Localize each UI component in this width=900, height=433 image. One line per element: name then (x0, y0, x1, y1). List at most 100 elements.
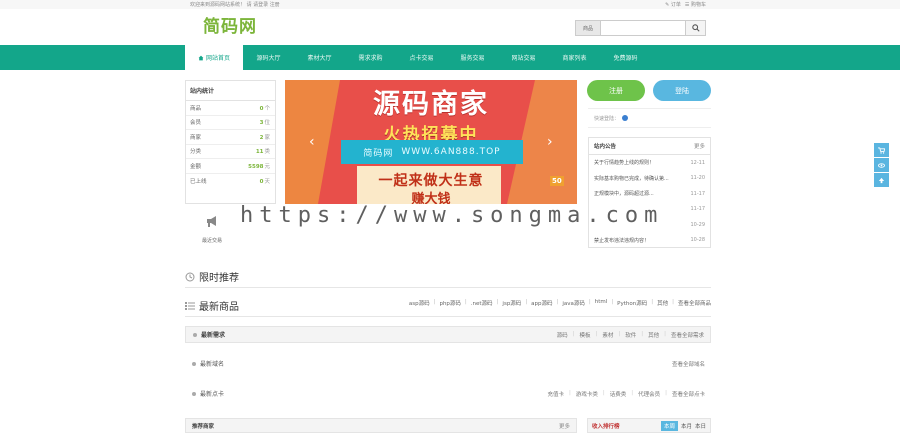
nav-item-source-hall[interactable]: 源码大厅 (243, 45, 294, 70)
welcome-text: 欢迎来到源码网站系统！ 请 请登录 注册 (190, 2, 280, 8)
nav-item-material-hall[interactable]: 素材大厅 (294, 45, 345, 70)
notice-item[interactable]: 10-29 (589, 217, 710, 233)
category-link[interactable]: app源码 (531, 299, 552, 307)
view-all-domains-link[interactable]: 查看全部域名 (672, 360, 705, 368)
category-link[interactable]: jsp源码 (502, 299, 521, 307)
domain-row: 最新域名 查看全部域名 (185, 355, 711, 372)
site-stats-panel: 站内统计 商品 0个 会员 3位 商家 2家 分类 11类 金额 5598元 已上线 0天 (185, 80, 276, 204)
notice-item[interactable]: 关于行情趋势上线的规则！ 12-11 (589, 155, 710, 171)
top-bar: 欢迎来到源码网站系统！ 请 请登录 注册 ✎ 订单 ☰ 购物车 (0, 0, 900, 9)
register-button[interactable]: 注册 (587, 80, 645, 101)
notice-item[interactable]: 11-17 (589, 202, 710, 218)
demand-bar: 最新需求 源码 | 模板 | 素材 | 软件 | 其他 | 查看全部需求 (185, 326, 711, 343)
recommend-title: 推荐商家 (192, 423, 215, 430)
float-cart-icon[interactable] (874, 143, 889, 157)
nav-item-service[interactable]: 服务交易 (447, 45, 498, 70)
recent-trades[interactable]: 最近交易 (196, 214, 228, 244)
category-link[interactable]: Python源码 (617, 299, 647, 307)
domain-title: 最新域名 (200, 361, 225, 368)
limited-section-title: 限时推荐 (199, 273, 239, 284)
income-rank-bar: 收入排行榜 本周 本月 本日 (587, 418, 711, 433)
megaphone-icon (207, 216, 216, 227)
divider (185, 287, 711, 288)
float-view-icon[interactable] (874, 158, 889, 172)
recommend-more-link[interactable]: 更多 (559, 422, 570, 430)
notice-item[interactable]: 正规模块中，源码超过源... 11-17 (589, 186, 710, 202)
banner-prev-arrow-icon[interactable]: ‹ (309, 134, 315, 150)
notice-more-link[interactable]: 更多 (694, 142, 705, 150)
top-links: ✎ 订单 ☰ 购物车 (665, 1, 706, 8)
category-link[interactable]: 其他 (657, 299, 668, 307)
bullet-icon (192, 391, 196, 396)
category-link[interactable]: asp源码 (409, 299, 430, 307)
main-nav: 网站首页 源码大厅 素材大厅 需求求购 点卡交易 服务交易 网站交易 商家列表 … (0, 45, 900, 70)
quick-login: 快速登陆： (588, 108, 711, 128)
divider (185, 316, 711, 317)
nav-item-home[interactable]: 网站首页 (185, 45, 243, 70)
card-link[interactable]: 代理会员 (638, 390, 660, 398)
hero-banner[interactable]: 源码商家 火热招募中 简码网 WWW.6AN888.TOP 一起来做大生意 赚大… (285, 80, 577, 204)
demand-link[interactable]: 软件 (625, 331, 636, 339)
qq-login-icon[interactable] (622, 115, 629, 121)
nav-item-website[interactable]: 网站交易 (498, 45, 549, 70)
card-row: 最新点卡 充值卡 | 游戏卡类 | 话费类 | 代理会员 | 查看全部点卡 (185, 385, 711, 402)
search-input[interactable] (601, 21, 685, 35)
demand-link[interactable]: 素材 (602, 331, 613, 339)
order-link[interactable]: ✎ 订单 (665, 1, 681, 8)
nav-item-merchants[interactable]: 商家列表 (549, 45, 600, 70)
notice-item[interactable]: 实际基本购物已完成，待确认第... 11-20 (589, 171, 710, 187)
search-button[interactable] (685, 21, 705, 35)
card-link[interactable]: 充值卡 (547, 390, 564, 398)
rank-tab-month[interactable]: 本月 (681, 422, 692, 430)
banner-url: WWW.6AN888.TOP (401, 147, 501, 157)
category-link[interactable]: php源码 (439, 299, 460, 307)
float-top-icon[interactable] (874, 173, 889, 187)
bullet-icon (192, 361, 196, 366)
banner-next-arrow-icon[interactable]: › (547, 134, 553, 150)
cart-link[interactable]: ☰ 购物车 (685, 1, 706, 8)
stats-row: 商品 0个 (186, 101, 275, 116)
banner-slogan: 一起来做大生意 (378, 173, 484, 189)
search-scope-select[interactable]: 商品 (576, 21, 601, 35)
nav-item-free[interactable]: 免费源码 (600, 45, 651, 70)
demand-link[interactable]: 其他 (648, 331, 659, 339)
demand-link[interactable]: 源码 (557, 331, 568, 339)
stats-row: 已上线 0天 (190, 178, 270, 185)
rank-tab-week[interactable]: 本周 (660, 420, 678, 431)
login-button[interactable]: 登陆 (653, 80, 711, 101)
notice-item[interactable]: 禁止发布违法违规内容！ 10-28 (589, 233, 710, 249)
view-all-products-link[interactable]: 查看全部商品 (678, 299, 711, 307)
rank-tab-day[interactable]: 本日 (695, 422, 706, 430)
category-link[interactable]: java源码 (562, 299, 585, 307)
home-icon (198, 55, 204, 60)
category-link[interactable]: html (595, 299, 608, 307)
demand-title: 最新需求 (201, 332, 226, 339)
limited-section-heading: 限时推荐 (185, 269, 239, 284)
rank-title: 收入排行榜 (592, 423, 620, 430)
banner-url-strip: 简码网 WWW.6AN888.TOP (341, 140, 523, 164)
list-icon (185, 301, 195, 310)
category-link[interactable]: .net源码 (471, 299, 493, 307)
card-link[interactable]: 游戏卡类 (576, 390, 598, 398)
eye-icon (878, 162, 885, 168)
newest-section-title: 最新商品 (199, 302, 239, 313)
search-box: 商品 (575, 20, 706, 36)
demand-link[interactable]: 模板 (579, 331, 590, 339)
arrow-up-icon (878, 177, 885, 183)
banner-badge: 50 (550, 176, 564, 186)
card-link[interactable]: 话费类 (610, 390, 627, 398)
nav-item-demand[interactable]: 需求求购 (345, 45, 396, 70)
newest-category-links: asp源码 | php源码 | .net源码 | jsp源码 | app源码 | java… (408, 299, 711, 307)
notice-header: 站内公告 更多 (589, 138, 710, 155)
search-icon (691, 24, 700, 32)
stats-title: 站内统计 (186, 81, 275, 101)
site-logo[interactable]: 简码网 (203, 12, 257, 37)
view-all-demand-link[interactable]: 查看全部需求 (671, 331, 704, 339)
notice-panel: 站内公告 更多 关于行情趋势上线的规则！ 12-11 实际基本购物已完成，待确认第… (588, 137, 711, 248)
stats-row: 金额 5598元 (186, 159, 275, 174)
nav-item-cards[interactable]: 点卡交易 (396, 45, 447, 70)
cart-icon (878, 146, 885, 154)
notice-title: 站内公告 (594, 144, 617, 150)
view-all-cards-link[interactable]: 查看全部点卡 (672, 390, 705, 398)
recent-trades-label: 最近交易 (201, 238, 222, 244)
